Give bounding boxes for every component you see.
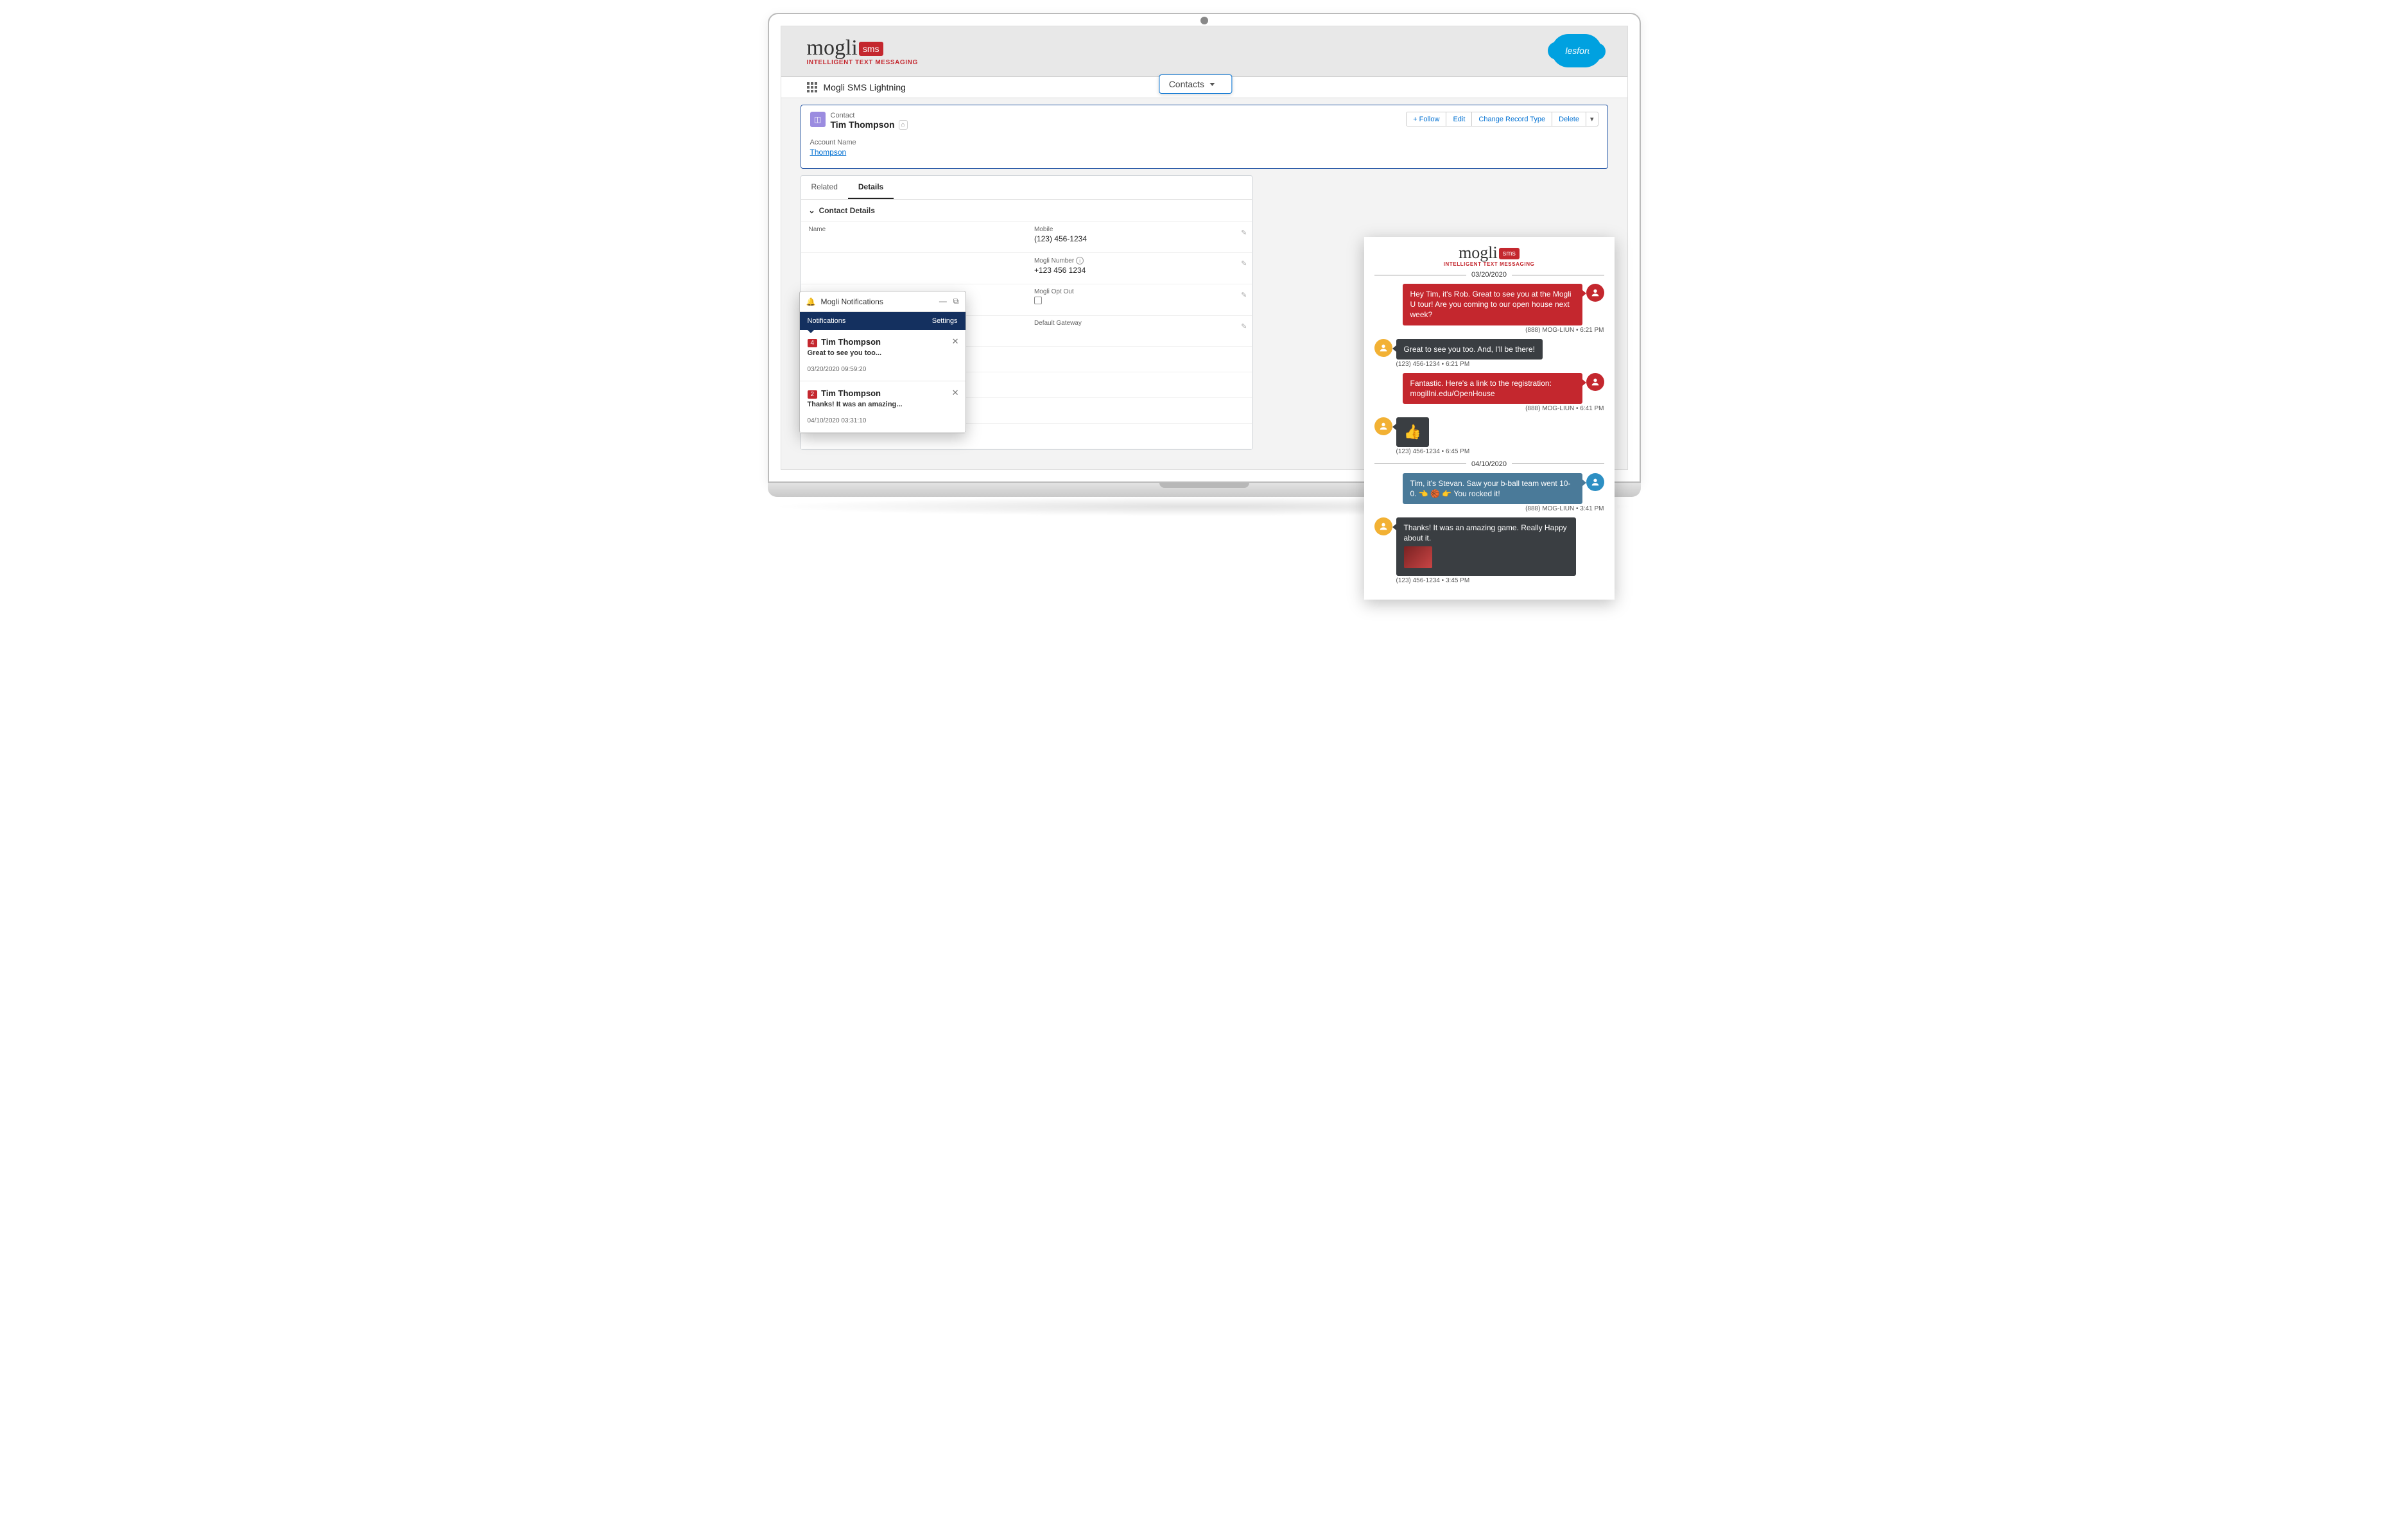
- notif-title: Mogli Notifications: [820, 297, 883, 306]
- message-bubble: Tim, it's Stevan. Saw your b-ball team w…: [1403, 473, 1582, 504]
- tab-related[interactable]: Related: [801, 176, 848, 199]
- date-divider: 04/10/2020: [1374, 460, 1604, 468]
- avatar-tim: [1374, 339, 1392, 357]
- notif-timestamp: 04/10/2020 03:31:10: [808, 417, 958, 424]
- record-header-card: ◫ Contact Tim Thompson⌂ + Follow Edit Ch…: [801, 105, 1608, 169]
- account-name-label: Account Name: [810, 139, 1598, 146]
- attached-image[interactable]: [1404, 546, 1432, 568]
- bell-icon: 🔔: [806, 297, 816, 306]
- notif-tab-settings[interactable]: Settings: [924, 312, 966, 330]
- laptop-camera: [1200, 17, 1208, 24]
- chevron-down-icon: ⌄: [809, 206, 815, 215]
- edit-icon[interactable]: ✎: [1241, 229, 1247, 237]
- message-incoming: Thanks! It was an amazing game. Really H…: [1374, 517, 1604, 576]
- tab-details[interactable]: Details: [848, 176, 894, 199]
- field-value-mogli-number: +123 456 1234: [1034, 266, 1244, 275]
- notif-timestamp: 03/20/2020 09:59:20: [808, 366, 958, 373]
- message-bubble: Hey Tim, it's Rob. Great to see you at t…: [1403, 284, 1582, 325]
- record-name: Tim Thompson⌂: [831, 119, 908, 130]
- edit-icon[interactable]: ✎: [1241, 259, 1247, 268]
- notifications-popup: 🔔 Mogli Notifications — ⧉ Notifications …: [799, 291, 966, 433]
- notif-name: Tim Thompson: [821, 388, 881, 398]
- delete-button[interactable]: Delete: [1552, 112, 1586, 126]
- chevron-down-icon: [1209, 83, 1215, 86]
- field-value-mobile: (123) 456-1234: [1034, 234, 1244, 243]
- more-actions-button[interactable]: ▾: [1586, 112, 1598, 126]
- message-bubble: 👍: [1396, 417, 1429, 447]
- avatar-tim: [1374, 517, 1392, 535]
- message-meta: (123) 456-1234 • 6:21 PM: [1396, 361, 1604, 368]
- field-label-gateway: Default Gateway: [1034, 320, 1244, 327]
- message-outgoing: Fantastic. Here's a link to the registra…: [1374, 373, 1604, 404]
- notif-name: Tim Thompson: [821, 337, 881, 347]
- account-name-link[interactable]: Thompson: [810, 148, 847, 157]
- hierarchy-icon[interactable]: ⌂: [899, 120, 908, 130]
- field-label-mogli-number: Mogli Numberi: [1034, 257, 1244, 264]
- mogli-logo: moglisms INTELLIGENT TEXT MESSAGING: [807, 36, 918, 66]
- message-outgoing: Hey Tim, it's Rob. Great to see you at t…: [1374, 284, 1604, 325]
- notification-item[interactable]: ✕ 2Tim Thompson Thanks! It was an amazin…: [800, 381, 966, 433]
- message-meta: (888) MOG-LIUN • 3:41 PM: [1374, 505, 1604, 512]
- close-icon[interactable]: ✕: [952, 388, 959, 398]
- follow-button[interactable]: + Follow: [1406, 112, 1446, 126]
- message-meta: (888) MOG-LIUN • 6:21 PM: [1374, 327, 1604, 334]
- nav-dropdown-contacts[interactable]: Contacts: [1159, 74, 1232, 94]
- sms-badge: sms: [859, 42, 883, 56]
- section-contact-details[interactable]: ⌄Contact Details: [801, 200, 1252, 222]
- message-outgoing: Tim, it's Stevan. Saw your b-ball team w…: [1374, 473, 1604, 504]
- mogli-tagline: INTELLIGENT TEXT MESSAGING: [807, 59, 918, 66]
- field-label-opt-out: Mogli Opt Out: [1034, 288, 1244, 295]
- message-bubble: Thanks! It was an amazing game. Really H…: [1396, 517, 1576, 576]
- date-divider: 03/20/2020: [1374, 271, 1604, 279]
- mogli-word: mogli: [807, 36, 858, 60]
- message-incoming: 👍: [1374, 417, 1604, 447]
- notif-tab-notifications[interactable]: Notifications: [800, 312, 854, 330]
- close-icon[interactable]: ✕: [952, 336, 959, 347]
- edit-icon[interactable]: ✎: [1241, 322, 1247, 331]
- app-name: Mogli SMS Lightning: [824, 82, 906, 92]
- avatar-tim: [1374, 417, 1392, 435]
- notif-preview: Thanks! It was an amazing...: [808, 401, 958, 408]
- message-bubble: Fantastic. Here's a link to the registra…: [1403, 373, 1582, 404]
- edit-button[interactable]: Edit: [1446, 112, 1472, 126]
- salesforce-logo: salesforce: [1552, 34, 1602, 67]
- message-meta: (123) 456-1234 • 6:45 PM: [1396, 448, 1604, 455]
- field-label-name: Name: [809, 226, 1019, 233]
- help-icon[interactable]: i: [1076, 257, 1084, 264]
- message-incoming: Great to see you too. And, I'll be there…: [1374, 339, 1604, 360]
- message-meta: (123) 456-1234 • 3:45 PM: [1396, 577, 1604, 584]
- field-label-mobile: Mobile: [1034, 226, 1244, 233]
- nav-dropdown-label: Contacts: [1169, 79, 1204, 89]
- message-meta: (888) MOG-LIUN • 6:41 PM: [1374, 405, 1604, 412]
- record-actions: + Follow Edit Change Record Type Delete …: [1406, 112, 1598, 126]
- popout-icon[interactable]: ⧉: [953, 297, 959, 306]
- convo-logo: moglisms INTELLIGENT TEXT MESSAGING: [1374, 243, 1604, 267]
- notif-count-badge: 4: [808, 339, 818, 347]
- notif-preview: Great to see you too...: [808, 349, 958, 357]
- change-record-type-button[interactable]: Change Record Type: [1472, 112, 1552, 126]
- avatar-rob: [1586, 284, 1604, 302]
- conversation-panel: moglisms INTELLIGENT TEXT MESSAGING 03/2…: [1364, 237, 1615, 600]
- notif-count-badge: 2: [808, 390, 818, 399]
- avatar-rob: [1586, 373, 1604, 391]
- edit-icon[interactable]: ✎: [1241, 291, 1247, 299]
- object-label: Contact: [831, 112, 908, 119]
- minimize-icon[interactable]: —: [939, 297, 947, 306]
- contact-object-icon: ◫: [810, 112, 826, 127]
- notification-item[interactable]: ✕ 4Tim Thompson Great to see you too... …: [800, 330, 966, 381]
- app-bar: Mogli SMS Lightning Contacts: [781, 77, 1627, 98]
- opt-out-checkbox[interactable]: [1034, 297, 1042, 304]
- app-launcher-icon[interactable]: [807, 82, 817, 92]
- message-bubble: Great to see you too. And, I'll be there…: [1396, 339, 1543, 360]
- avatar-stevan: [1586, 473, 1604, 491]
- brand-bar: moglisms INTELLIGENT TEXT MESSAGING sale…: [781, 26, 1627, 77]
